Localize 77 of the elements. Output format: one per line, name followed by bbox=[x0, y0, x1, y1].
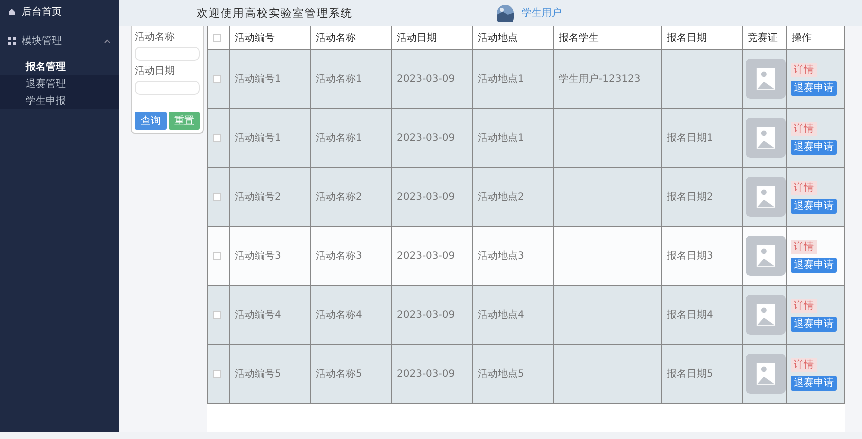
withdraw-button[interactable]: 退赛申请 bbox=[791, 376, 837, 390]
table-cell: 2023-03-09 bbox=[391, 286, 472, 344]
table-cell: 活动地点3 bbox=[472, 227, 553, 285]
sidebar-subitem[interactable]: 学生申报 bbox=[0, 92, 119, 109]
table-cell: 2023-03-09 bbox=[391, 109, 472, 167]
search-button[interactable]: 查询 bbox=[135, 112, 166, 130]
table-cell: 报名日期5 bbox=[661, 345, 742, 403]
table-cell: 活动名称5 bbox=[310, 345, 391, 403]
checkbox[interactable] bbox=[213, 252, 221, 260]
checkbox[interactable] bbox=[213, 75, 221, 83]
column-header: 报名日期 bbox=[661, 26, 742, 49]
table-cell: 活动名称2 bbox=[310, 168, 391, 226]
table-cell: 活动编号3 bbox=[229, 227, 310, 285]
detail-button[interactable]: 详情 bbox=[791, 298, 817, 312]
caret-icon bbox=[104, 38, 111, 44]
table-cell: 活动编号5 bbox=[229, 345, 310, 403]
table-cell: 2023-03-09 bbox=[391, 168, 472, 226]
checkbox[interactable] bbox=[213, 311, 221, 319]
image-placeholder-icon bbox=[746, 57, 786, 101]
checkbox[interactable] bbox=[213, 134, 221, 142]
sidebar-subitem[interactable]: 退赛管理 bbox=[0, 75, 119, 92]
withdraw-button[interactable]: 退赛申请 bbox=[791, 316, 837, 332]
input-field[interactable] bbox=[135, 81, 200, 95]
home-icon bbox=[8, 8, 16, 16]
table-cell: 报名日期3 bbox=[661, 227, 742, 285]
image-placeholder-icon bbox=[746, 175, 786, 219]
table-cell: 活动地点5 bbox=[472, 345, 553, 403]
image-placeholder-icon bbox=[746, 234, 786, 278]
table-cell: 活动名称3 bbox=[310, 227, 391, 285]
page-title: 欢迎使用高校实验室管理系统 bbox=[197, 6, 354, 20]
reset-button[interactable]: 重置 bbox=[168, 112, 200, 130]
table-cell: 活动名称1 bbox=[310, 109, 391, 167]
column-header: 活动日期 bbox=[391, 26, 472, 49]
field-label: 活动名称 bbox=[135, 31, 176, 44]
field-label: 活动日期 bbox=[135, 64, 176, 78]
column-header: 活动编号 bbox=[229, 26, 310, 49]
checkbox[interactable] bbox=[213, 370, 221, 378]
column-header: 操作 bbox=[786, 26, 842, 49]
table-cell: 活动编号2 bbox=[229, 168, 310, 226]
table-cell: 活动编号1 bbox=[229, 109, 310, 167]
table-cell: 报名日期2 bbox=[661, 168, 742, 226]
table-cell: 2023-03-09 bbox=[391, 50, 472, 108]
table-cell: 活动地点1 bbox=[472, 109, 553, 167]
table-cell: 活动地点1 bbox=[472, 50, 553, 108]
table-cell: 报名日期1 bbox=[661, 109, 742, 167]
column-header: 报名学生 bbox=[553, 26, 661, 49]
table-cell: 学生用户-123123 bbox=[553, 50, 661, 108]
detail-button[interactable]: 详情 bbox=[791, 358, 817, 372]
column-header: 活动名称 bbox=[310, 26, 391, 49]
withdraw-button[interactable]: 退赛申请 bbox=[791, 258, 837, 272]
image-placeholder-icon bbox=[746, 293, 786, 337]
avatar bbox=[497, 4, 514, 22]
detail-button[interactable]: 详情 bbox=[791, 180, 817, 194]
grid-icon bbox=[8, 37, 16, 45]
table-cell: 活动名称1 bbox=[310, 50, 391, 108]
table-cell: 活动名称4 bbox=[310, 286, 391, 344]
table-cell: 活动地点2 bbox=[472, 168, 553, 226]
detail-button[interactable]: 详情 bbox=[791, 122, 817, 136]
table-cell: 活动编号4 bbox=[229, 286, 310, 344]
table-cell: 活动编号1 bbox=[229, 50, 310, 108]
withdraw-button[interactable]: 退赛申请 bbox=[791, 198, 837, 214]
column-header: 竞赛证 bbox=[742, 26, 786, 49]
image-placeholder-icon bbox=[746, 116, 786, 160]
table-cell: 2023-03-09 bbox=[391, 227, 472, 285]
withdraw-button[interactable]: 退赛申请 bbox=[791, 80, 837, 96]
checkbox[interactable] bbox=[213, 34, 221, 42]
column-header: 活动地点 bbox=[472, 26, 553, 49]
image-placeholder-icon bbox=[746, 352, 786, 396]
input-field[interactable] bbox=[135, 47, 200, 61]
detail-button[interactable]: 详情 bbox=[791, 240, 817, 254]
withdraw-button[interactable]: 退赛申请 bbox=[791, 140, 837, 154]
table-cell: 活动地点4 bbox=[472, 286, 553, 344]
user-name[interactable]: 学生用户 bbox=[522, 6, 562, 20]
table-cell: 2023-03-09 bbox=[391, 345, 472, 403]
checkbox[interactable] bbox=[213, 193, 221, 201]
table-cell: 报名日期4 bbox=[661, 286, 742, 344]
detail-button[interactable]: 详情 bbox=[791, 62, 817, 76]
